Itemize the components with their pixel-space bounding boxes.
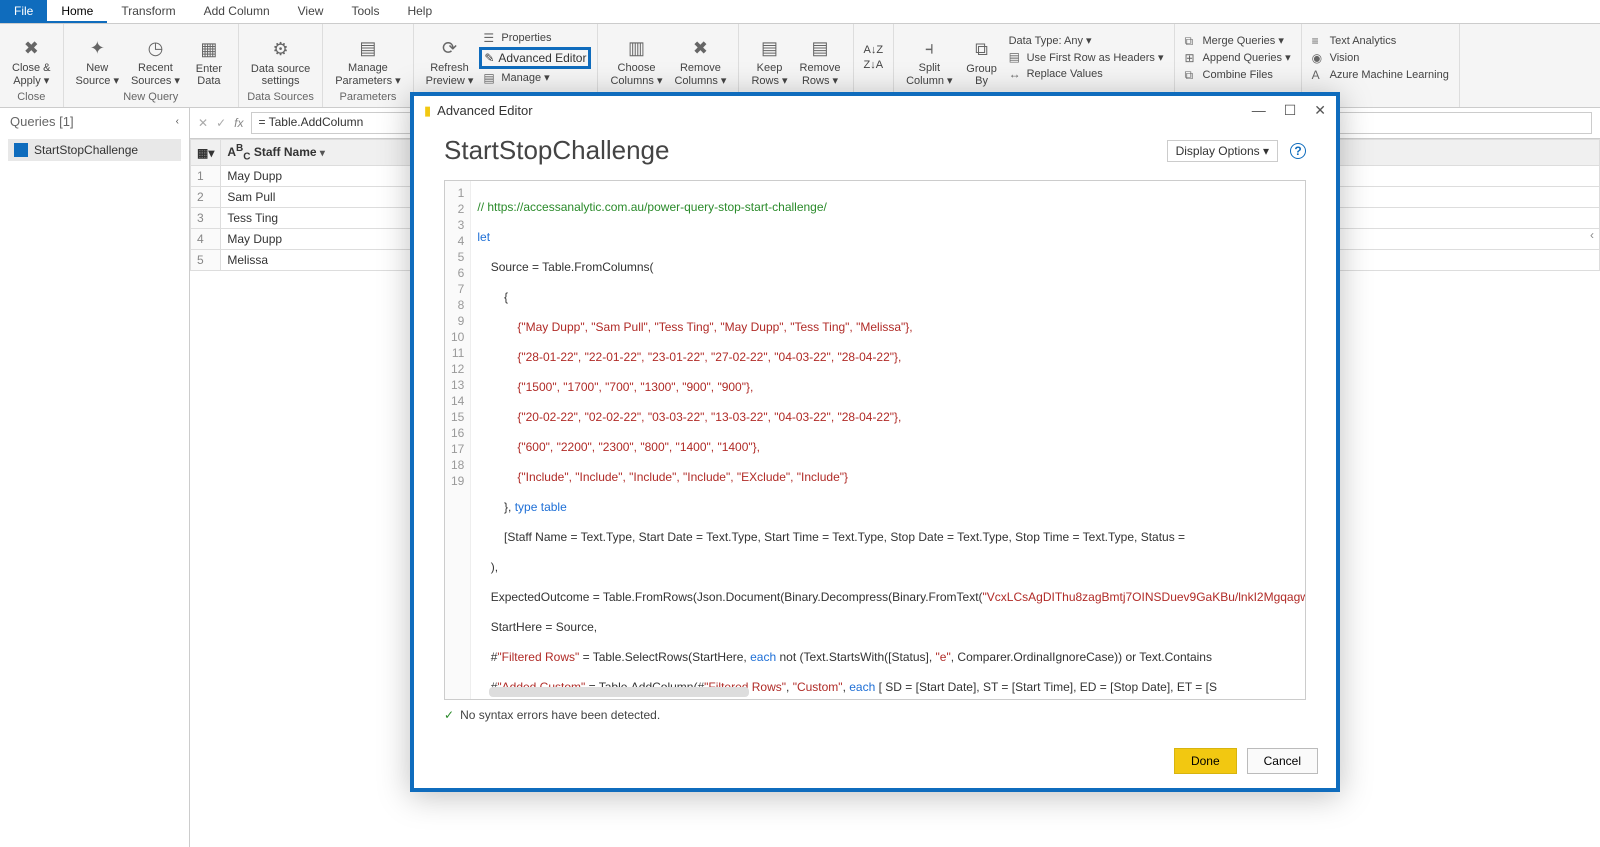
close-dialog-button[interactable]: ✕ (1314, 102, 1326, 119)
group-newquery-label: New Query (70, 89, 232, 105)
append-icon: ⊞ (1185, 51, 1199, 65)
group-params-label: Parameters (329, 89, 406, 105)
queries-pane: Queries [1] ‹ StartStopChallenge (0, 108, 190, 847)
combine-files-button[interactable]: ⧉Combine Files (1181, 67, 1295, 83)
tab-file[interactable]: File (0, 0, 47, 23)
data-type-button[interactable]: Data Type: Any ▾ (1005, 33, 1168, 48)
check-icon: ✓ (444, 708, 454, 722)
display-options-button[interactable]: Display Options ▾ (1167, 140, 1278, 162)
recent-icon: ◷ (141, 34, 169, 62)
refresh-preview-button[interactable]: ⟳Refresh Preview ▾ (420, 26, 480, 89)
minimize-button[interactable]: — (1252, 102, 1266, 119)
tab-view[interactable]: View (284, 0, 338, 23)
properties-icon: ☰ (483, 31, 497, 45)
azure-icon: A (1312, 68, 1326, 82)
tab-tools[interactable]: Tools (337, 0, 393, 23)
table-icon (14, 143, 28, 157)
maximize-button[interactable]: ☐ (1284, 102, 1297, 119)
menu-bar: File Home Transform Add Column View Tool… (0, 0, 1600, 24)
advanced-editor-button[interactable]: ✎Advanced Editor (479, 47, 591, 69)
recent-sources-button[interactable]: ◷Recent Sources ▾ (125, 26, 186, 89)
replace-values-button[interactable]: ↔Replace Values (1005, 66, 1168, 82)
cancel-formula-button[interactable]: ✕ (198, 116, 208, 130)
choose-cols-icon: ▥ (622, 34, 650, 62)
tab-add-column[interactable]: Add Column (190, 0, 284, 23)
tab-home[interactable]: Home (47, 0, 107, 23)
merge-icon: ⧉ (1185, 34, 1199, 48)
code-editor[interactable]: 12345678910111213141516171819 // https:/… (444, 180, 1306, 700)
syntax-status: No syntax errors have been detected. (460, 708, 660, 722)
code-text[interactable]: // https://accessanalytic.com.au/power-q… (471, 181, 1305, 699)
keep-rows-button[interactable]: ▤Keep Rows ▾ (745, 26, 793, 89)
manage-icon: ▤ (483, 71, 497, 85)
headers-icon: ▤ (1009, 50, 1023, 64)
keep-rows-icon: ▤ (756, 34, 784, 62)
query-item[interactable]: StartStopChallenge (8, 139, 181, 161)
fx-label: fx (234, 116, 243, 130)
split-column-button[interactable]: ⫞Split Column ▾ (900, 26, 958, 89)
refresh-icon: ⟳ (436, 34, 464, 62)
split-icon: ⫞ (915, 34, 943, 62)
collapse-queries-button[interactable]: ‹ (176, 116, 179, 127)
vision-icon: ◉ (1312, 51, 1326, 65)
combine-icon: ⧉ (1185, 68, 1199, 82)
data-source-settings-button[interactable]: ⚙Data source settings (245, 26, 316, 89)
manage-params-button[interactable]: ▤Manage Parameters ▾ (329, 26, 406, 89)
params-icon: ▤ (354, 34, 382, 62)
manage-button[interactable]: ▤Manage ▾ (479, 70, 591, 86)
append-queries-button[interactable]: ⊞Append Queries ▾ (1181, 50, 1295, 66)
choose-columns-button[interactable]: ▥Choose Columns ▾ (604, 26, 668, 89)
new-source-button[interactable]: ✦New Source ▾ (70, 26, 125, 89)
remove-cols-icon: ✖ (686, 34, 714, 62)
done-button[interactable]: Done (1174, 748, 1237, 774)
cancel-button[interactable]: Cancel (1247, 748, 1318, 774)
sort-desc-button[interactable]: Z↓A (860, 58, 888, 72)
first-row-headers-button[interactable]: ▤Use First Row as Headers ▾ (1005, 49, 1168, 65)
sort-asc-button[interactable]: A↓Z (860, 43, 888, 57)
table-corner[interactable]: ▦▾ (191, 140, 221, 166)
advanced-editor-dialog: ▮ Advanced Editor — ☐ ✕ StartStopChallen… (410, 92, 1340, 792)
remove-columns-button[interactable]: ✖Remove Columns ▾ (668, 26, 732, 89)
properties-button[interactable]: ☰Properties (479, 30, 591, 46)
text-analytics-button[interactable]: ≡Text Analytics (1308, 33, 1453, 49)
tab-transform[interactable]: Transform (107, 0, 189, 23)
expand-settings-button[interactable]: ‹ (1590, 228, 1594, 242)
remove-rows-button[interactable]: ▤Remove Rows ▾ (794, 26, 847, 89)
group-icon: ⧉ (968, 35, 996, 63)
editor-icon: ✎ (484, 51, 494, 65)
merge-queries-button[interactable]: ⧉Merge Queries ▾ (1181, 33, 1295, 49)
dialog-title: Advanced Editor (437, 103, 532, 118)
close-icon: ✖ (17, 34, 45, 62)
horizontal-scrollbar[interactable] (489, 687, 749, 697)
group-close-label: Close (6, 89, 57, 105)
azure-ml-button[interactable]: AAzure Machine Learning (1308, 67, 1453, 83)
line-gutter: 12345678910111213141516171819 (445, 181, 471, 699)
query-item-label: StartStopChallenge (34, 143, 138, 157)
close-apply-button[interactable]: ✖Close & Apply ▾ (6, 26, 57, 89)
new-source-icon: ✦ (83, 34, 111, 62)
settings-icon: ⚙ (267, 35, 295, 63)
queries-header: Queries [1] (10, 114, 74, 129)
group-ds-label: Data Sources (245, 89, 316, 105)
help-icon[interactable]: ? (1290, 143, 1306, 159)
accept-formula-button[interactable]: ✓ (216, 116, 226, 130)
tab-help[interactable]: Help (393, 0, 446, 23)
query-name-heading: StartStopChallenge (444, 135, 669, 166)
group-by-button[interactable]: ⧉Group By (959, 26, 1005, 89)
enter-data-button[interactable]: ▦Enter Data (186, 26, 232, 89)
text-analytics-icon: ≡ (1312, 34, 1326, 48)
pq-logo-icon: ▮ (424, 103, 431, 119)
vision-button[interactable]: ◉Vision (1308, 50, 1453, 66)
remove-rows-icon: ▤ (806, 34, 834, 62)
table-icon: ▦ (195, 35, 223, 63)
replace-icon: ↔ (1009, 67, 1023, 81)
